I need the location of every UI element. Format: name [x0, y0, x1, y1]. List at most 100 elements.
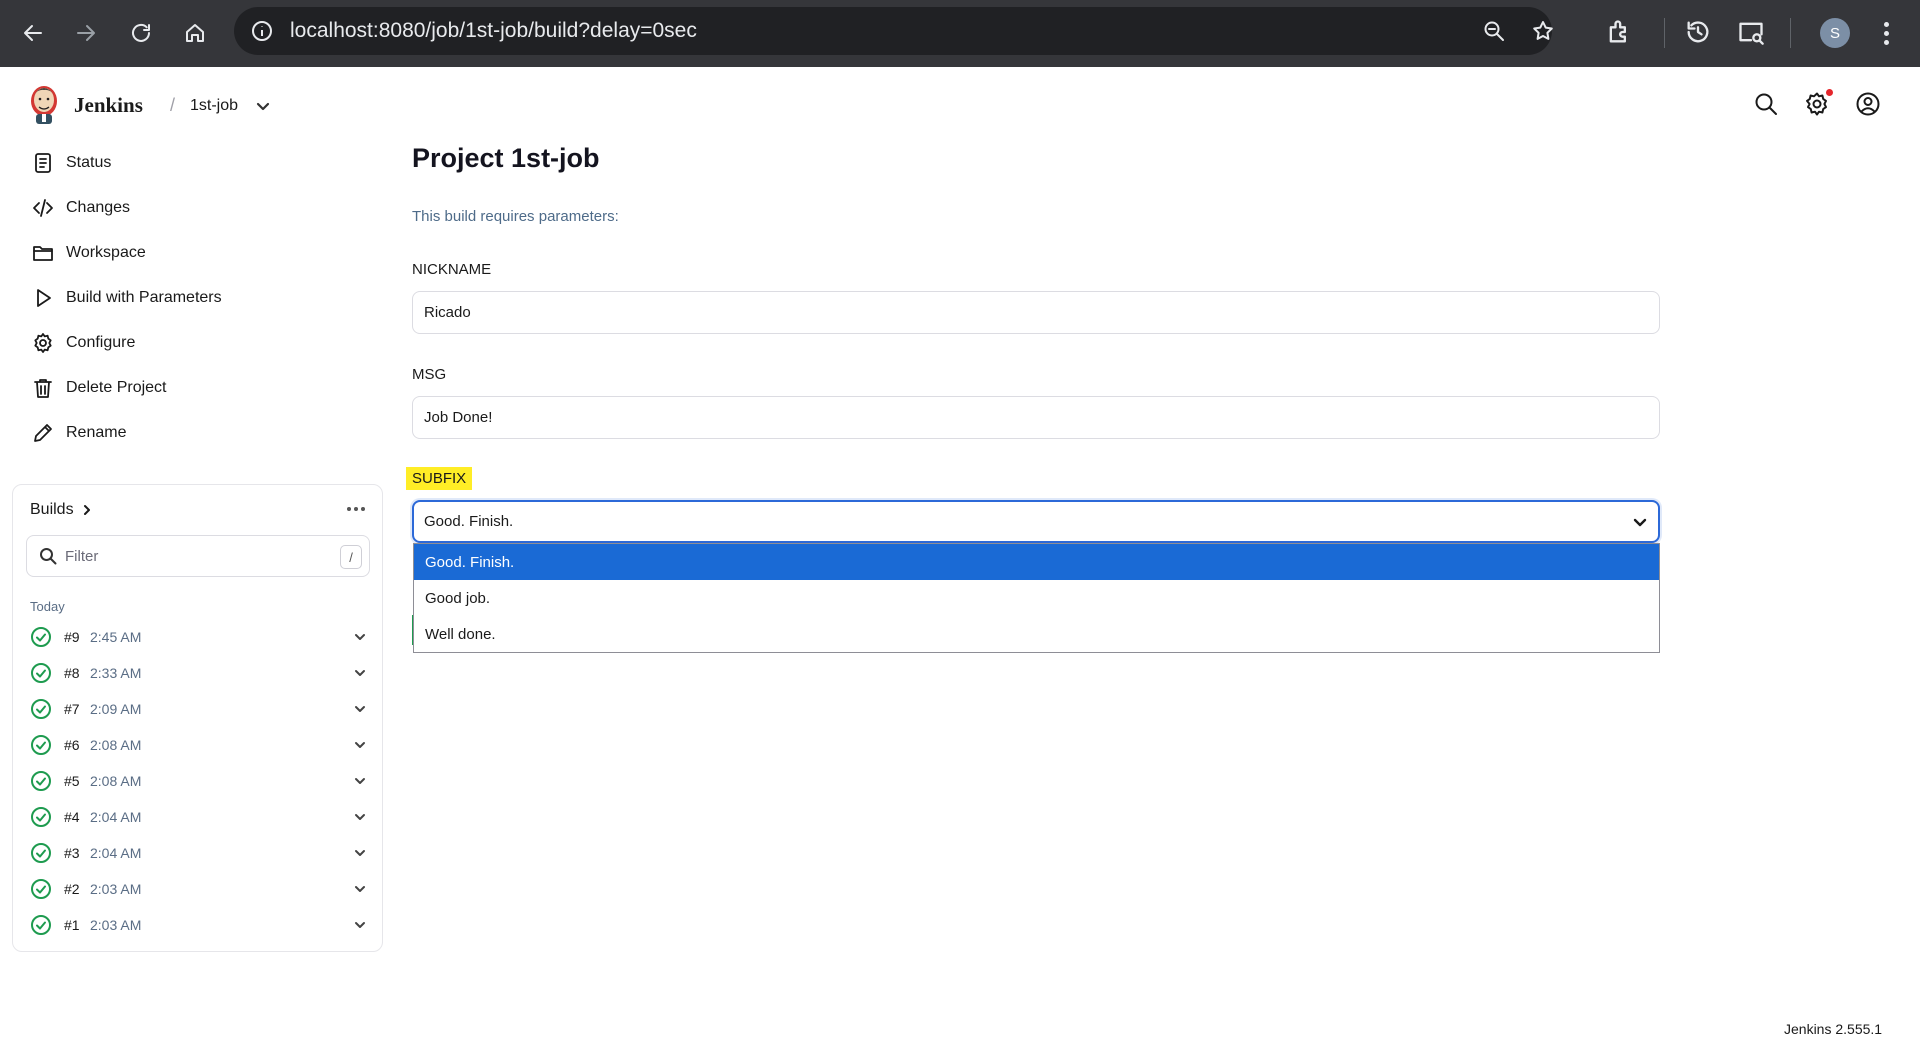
- browser-menu-icon[interactable]: [1876, 18, 1896, 48]
- chevron-down-icon[interactable]: [352, 881, 368, 897]
- build-row[interactable]: #3 2:04 AM: [30, 839, 370, 867]
- reload-icon: [132, 23, 150, 42]
- build-time[interactable]: 2:03 AM: [90, 917, 141, 933]
- build-number[interactable]: #4: [64, 809, 80, 825]
- build-row[interactable]: #8 2:33 AM: [30, 659, 370, 687]
- subfix-option[interactable]: Well done.: [414, 616, 1659, 652]
- sidebar-item-delete-project[interactable]: Delete Project: [32, 373, 167, 403]
- sidebar-item-status[interactable]: Status: [32, 148, 111, 178]
- build-number[interactable]: #5: [64, 773, 80, 789]
- success-check-icon: [30, 878, 52, 900]
- chevron-down-icon[interactable]: [352, 917, 368, 933]
- keyboard-shortcut-badge: /: [340, 545, 362, 569]
- profile-avatar[interactable]: S: [1820, 18, 1850, 48]
- sidebar-item-rename[interactable]: Rename: [32, 418, 126, 448]
- build-row[interactable]: #1 2:03 AM: [30, 911, 370, 939]
- subfix-option-selected[interactable]: Good. Finish.: [414, 544, 1659, 580]
- address-bar[interactable]: localhost:8080/job/1st-job/build?delay=0…: [234, 7, 1555, 55]
- subfix-selected-value: Good. Finish.: [424, 513, 514, 530]
- build-time[interactable]: 2:03 AM: [90, 881, 141, 897]
- search-icon: [39, 547, 57, 565]
- subfix-option[interactable]: Good job.: [414, 580, 1659, 616]
- build-time[interactable]: 2:04 AM: [90, 809, 141, 825]
- success-check-icon: [30, 698, 52, 720]
- user-account-icon[interactable]: [1855, 91, 1881, 117]
- more-options-icon[interactable]: [347, 503, 367, 515]
- jenkins-header: Jenkins / 1st-job: [0, 67, 1920, 141]
- success-check-icon: [30, 806, 52, 828]
- builds-title-link[interactable]: Builds: [30, 501, 94, 519]
- chevron-down-icon[interactable]: [352, 737, 368, 753]
- forward-button[interactable]: [67, 14, 105, 52]
- sidebar-item-label: Status: [66, 154, 112, 171]
- subfix-label: SUBFIX: [406, 467, 473, 490]
- chevron-down-icon[interactable]: [352, 845, 368, 861]
- breadcrumb-job[interactable]: 1st-job: [190, 97, 238, 115]
- build-time[interactable]: 2:09 AM: [90, 701, 141, 717]
- build-time[interactable]: 2:45 AM: [90, 629, 141, 645]
- chevron-down-icon[interactable]: [352, 809, 368, 825]
- brand-name[interactable]: Jenkins: [74, 93, 143, 118]
- build-time[interactable]: 2:08 AM: [90, 737, 141, 753]
- status-icon: [32, 152, 54, 174]
- trash-icon: [32, 377, 54, 399]
- sidebar-item-changes[interactable]: Changes: [32, 193, 130, 223]
- extensions-icon[interactable]: [1605, 18, 1633, 46]
- sidebar-item-label: Rename: [66, 424, 127, 441]
- filter-input[interactable]: [65, 544, 315, 568]
- folder-icon: [32, 242, 54, 264]
- builds-filter: /: [26, 535, 370, 577]
- build-time[interactable]: 2:04 AM: [90, 845, 141, 861]
- chevron-down-icon[interactable]: [254, 97, 272, 115]
- toolbar-separator: [1790, 18, 1791, 48]
- sidebar-item-build-with-parameters[interactable]: Build with Parameters: [32, 283, 222, 313]
- sidebar-item-workspace[interactable]: Workspace: [32, 238, 146, 268]
- browser-toolbar: localhost:8080/job/1st-job/build?delay=0…: [0, 0, 1920, 67]
- chevron-down-icon[interactable]: [352, 701, 368, 717]
- build-row[interactable]: #7 2:09 AM: [30, 695, 370, 723]
- history-icon[interactable]: [1684, 18, 1712, 46]
- build-row[interactable]: #9 2:45 AM: [30, 623, 370, 651]
- chevron-down-icon[interactable]: [352, 773, 368, 789]
- build-number[interactable]: #9: [64, 629, 80, 645]
- success-check-icon: [30, 914, 52, 936]
- zoom-icon[interactable]: [1482, 19, 1506, 43]
- build-number[interactable]: #1: [64, 917, 80, 933]
- subfix-dropdown-list: Good. Finish. Good job. Well done.: [413, 543, 1660, 653]
- sidebar-item-label: Delete Project: [66, 379, 167, 396]
- search-icon[interactable]: [1753, 91, 1779, 117]
- sidebar-item-label: Changes: [66, 199, 131, 216]
- back-button[interactable]: [14, 14, 52, 52]
- chevron-down-icon[interactable]: [352, 629, 368, 645]
- build-number[interactable]: #2: [64, 881, 80, 897]
- build-time[interactable]: 2:33 AM: [90, 665, 141, 681]
- play-icon: [32, 287, 54, 309]
- chevron-down-icon: [1632, 514, 1648, 530]
- subfix-select[interactable]: Good. Finish.: [412, 500, 1660, 543]
- chevron-down-icon[interactable]: [352, 665, 368, 681]
- jenkins-logo-icon[interactable]: [28, 83, 60, 125]
- build-number[interactable]: #7: [64, 701, 80, 717]
- code-icon: [32, 197, 54, 219]
- build-time[interactable]: 2:08 AM: [90, 773, 141, 789]
- back-arrow-icon: [24, 25, 42, 41]
- home-button[interactable]: [176, 14, 214, 52]
- msg-input[interactable]: [412, 396, 1660, 439]
- pencil-icon: [32, 422, 54, 444]
- bookmark-star-icon[interactable]: [1531, 19, 1555, 43]
- url-text[interactable]: localhost:8080/job/1st-job/build?delay=0…: [290, 19, 697, 43]
- sidebar-item-label: Build with Parameters: [66, 289, 222, 306]
- nickname-input[interactable]: [412, 291, 1660, 334]
- build-row[interactable]: #4 2:04 AM: [30, 803, 370, 831]
- build-row[interactable]: #5 2:08 AM: [30, 767, 370, 795]
- tab-search-icon[interactable]: [1737, 18, 1765, 46]
- build-number[interactable]: #3: [64, 845, 80, 861]
- build-row[interactable]: #6 2:08 AM: [30, 731, 370, 759]
- site-info-icon[interactable]: [250, 19, 274, 43]
- reload-button[interactable]: [122, 14, 160, 52]
- jenkins-version-link[interactable]: Jenkins 2.555.1: [1784, 1021, 1882, 1037]
- build-row[interactable]: #2 2:03 AM: [30, 875, 370, 903]
- sidebar-item-configure[interactable]: Configure: [32, 328, 135, 358]
- build-number[interactable]: #8: [64, 665, 80, 681]
- build-number[interactable]: #6: [64, 737, 80, 753]
